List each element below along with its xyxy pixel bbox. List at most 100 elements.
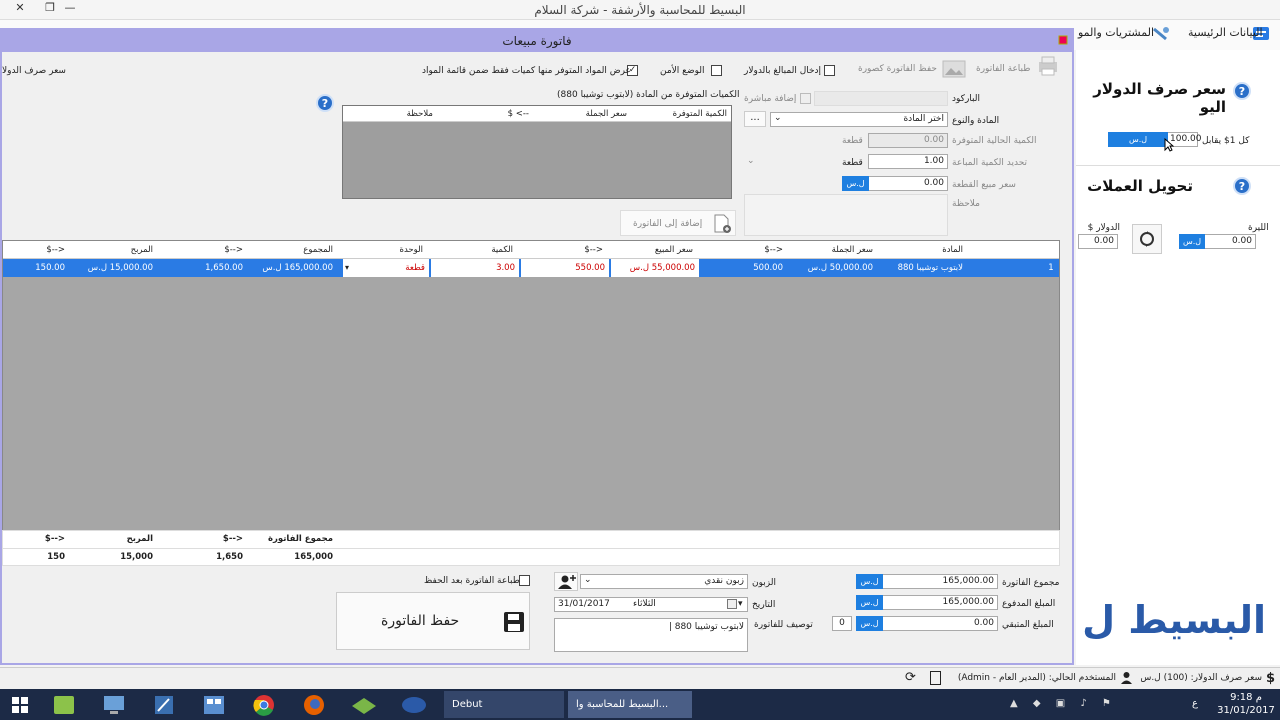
safe-mode-checkbox[interactable] [711,65,722,76]
row-sale-usd[interactable]: 550.00 [521,259,609,277]
close-button[interactable]: ✕ [6,1,34,17]
dollar-icon: $ [1266,671,1276,686]
print-invoice-button[interactable]: طباعة الفاتورة [976,64,1030,74]
sold-qty-label: تحديد الكمية المباعة [952,158,1028,168]
brand-logo: البسيط ل [1082,598,1266,642]
taskbar-app[interactable]: البسيط للمحاسبة وا... [568,691,692,718]
current-qty-label: الكمية الحالية المتوفرة [952,136,1037,146]
chrome-icon[interactable] [244,692,284,718]
sold-qty-input[interactable]: 1.00 [868,154,948,169]
swap-icon [1140,231,1154,247]
dialog-title: فاتورة مبيعات [502,34,572,48]
tray-time[interactable]: 9:18 م [1216,692,1276,703]
sold-qty-unit: قطعة [842,158,863,168]
date-label: التاريخ [752,600,776,610]
bluestacks-icon[interactable] [344,692,384,718]
window-titlebar: البسيط للمحاسبة والأرشفة - شركة السلام ✕… [0,0,1280,20]
unit-price-input[interactable]: 0.00 [868,176,948,191]
windows-start-icon[interactable] [0,692,40,718]
rate-title: سعر صرف الدولار اليو [1093,80,1226,116]
sales-invoice-dialog: فاتورة مبيعات طباعة الفاتورة حفظ الفاتور… [0,28,1074,665]
date-picker[interactable]: 31/01/2017 الثلاثاء ▾ [554,597,748,612]
image-icon[interactable] [942,60,966,78]
network-app-icon[interactable] [394,692,434,718]
barcode-input[interactable] [814,91,948,106]
grid-col: المجموع [303,245,333,255]
tray-language[interactable]: ع [1192,698,1198,709]
table-row[interactable]: 1 لابتوب توشيبا 880 50,000.00 ل.س 500.00… [3,259,1059,277]
add-to-invoice-button[interactable]: إضافة إلى الفاتورة [620,210,736,236]
add-to-invoice-label: إضافة إلى الفاتورة [633,219,703,229]
available-col: الكمية المتوفرة [672,109,727,119]
chevron-down-icon: ▾ [738,599,743,609]
remaining-currency: ل.س [856,616,883,631]
minimize-button[interactable]: — [56,1,84,17]
swap-currency-button[interactable] [1132,224,1162,254]
browse-items-button[interactable]: ... [744,111,766,127]
rate-currency-tag: ل.س [1108,132,1168,147]
chevron-down-icon: ⌄ [584,575,592,585]
direct-add-checkbox[interactable] [800,93,811,104]
customer-select[interactable]: زبون نقدي [580,574,748,589]
status-rate: سعر صرف الدولار: (100) ل.س [1140,673,1262,683]
remaining-label: المبلغ المتبقي [1002,620,1054,630]
convert-help-icon[interactable]: ? [1233,177,1251,195]
row-index: 1 [1048,263,1054,273]
app-shortcut-icon[interactable] [44,692,84,718]
item-select[interactable]: اختر المادة [770,112,948,127]
totals-value: 165,000 [294,552,333,562]
firefox-icon[interactable] [294,692,334,718]
available-col: --> $ [507,109,529,119]
desc-textarea[interactable]: لابتوب توشيبا 880 | [554,618,748,652]
lira-input[interactable]: 0.00 [1204,234,1256,249]
dollar-input[interactable]: 0.00 [1078,234,1118,249]
grid-col: <--$ [764,245,783,255]
save-as-image-button[interactable]: حفظ الفاتورة كصورة [858,64,937,74]
tray-date[interactable]: 31/01/2017 [1216,705,1276,716]
save-invoice-button[interactable]: حفظ الفاتورة [336,592,530,650]
invoice-total-currency: ل.س [856,574,883,589]
tray-icons[interactable]: ▲ ◆ ▣ ♪ ⚑ [1010,698,1117,709]
paid-currency: ل.س [856,595,883,610]
grid-col: المربح [130,245,153,255]
grid-col: المادة [942,245,963,255]
control-panel-icon[interactable] [194,692,234,718]
ribbon-purchases[interactable]: المشتريات والمو [1078,26,1154,39]
grid-col: سعر الجملة [831,245,873,255]
rate-label: كل 1$ يقابل [1202,136,1250,146]
paid-label: المبلغ المدفوع [1002,599,1056,609]
user-icon [1120,671,1133,688]
form-help-icon[interactable]: ? [316,94,334,112]
invoice-grid[interactable]: المادة سعر الجملة <--$ سعر المبيع <--$ ا… [2,240,1060,544]
available-table: الكمية المتوفرة سعر الجملة --> $ ملاحظة [342,105,732,199]
refresh-icon[interactable]: ⟳ [905,670,916,685]
print-after-save-checkbox[interactable] [519,575,530,586]
remaining-input: 0.00 [882,616,998,631]
date-value: 31/01/2017 [558,599,610,609]
totals-value: 150 [47,552,65,562]
available-col: ملاحظة [406,109,433,119]
desc-label: توصيف للفاتورة [754,620,813,630]
available-col: سعر الجملة [585,109,627,119]
enter-dollar-checkbox[interactable] [824,65,835,76]
calculator-icon[interactable] [930,671,941,685]
editor-icon[interactable] [144,692,184,718]
printer-icon[interactable] [1036,54,1060,78]
unit-dropdown-icon[interactable]: ⌄ [747,156,755,166]
row-unit[interactable]: قطعة [343,259,429,277]
row-qty[interactable]: 3.00 [431,259,519,277]
unit-dropdown-icon[interactable]: ▾ [345,259,349,277]
add-customer-button[interactable] [554,572,578,591]
taskbar: Debut البسيط للمحاسبة وا... ▲ ◆ ▣ ♪ ⚑ ع … [0,689,1280,720]
computer-icon[interactable] [94,692,134,718]
row-wholesale-usd: 500.00 [753,263,783,273]
calendar-icon[interactable] [727,599,737,609]
rate-help-icon[interactable]: ? [1233,82,1251,100]
row-sale[interactable]: 55,000.00 ل.س [611,259,699,277]
ribbon-main-data[interactable]: البيانات الرئيسية [1188,26,1263,39]
grid-col: <--$ [224,245,243,255]
convert-title: تحويل العملات [1087,177,1193,195]
note-input[interactable] [744,194,948,236]
taskbar-debut[interactable]: Debut [444,691,564,718]
paid-input[interactable]: 165,000.00 [882,595,998,610]
